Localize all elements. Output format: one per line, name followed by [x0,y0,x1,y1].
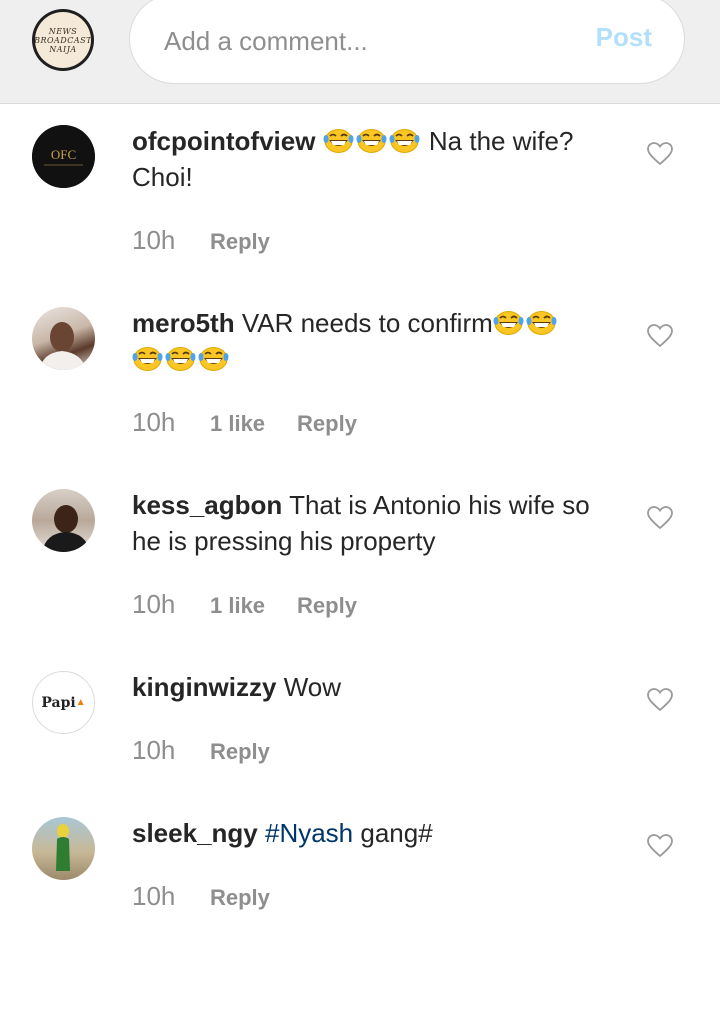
comment-username[interactable]: ofcpointofview [132,126,315,156]
reply-button[interactable]: Reply [210,885,270,910]
comment-meta: 10h 1 like Reply [132,407,357,438]
comment-meta: 10h Reply [132,881,270,912]
heart-icon[interactable] [647,834,673,858]
comment-time: 10h [132,407,176,437]
comment-composer-bar: NEWS BROADCAST NAIJA Post [0,0,720,104]
avatar[interactable] [32,307,95,370]
comment-body: ofcpointofview Na the wife? Choi! [132,123,602,195]
comment-body: sleek_ngy #Nyash gang# [132,815,602,851]
current-user-avatar[interactable]: NEWS BROADCAST NAIJA [32,9,94,71]
avatar[interactable]: Papi ▲ [32,671,95,734]
avatar[interactable]: OFC [32,125,95,188]
comment-text: Wow [283,672,342,702]
laughing-emoji-icon [132,346,163,371]
reply-button[interactable]: Reply [210,229,270,254]
avatar-logo-line: BROADCAST [34,35,92,45]
comment-body: kinginwizzy Wow [132,669,602,705]
comment-username[interactable]: sleek_ngy [132,818,258,848]
avatar[interactable] [32,489,95,552]
heart-icon[interactable] [647,324,673,348]
heart-icon[interactable] [647,506,673,530]
fire-icon: ▲ [75,697,86,708]
comment-meta: 10h Reply [132,735,270,766]
comment-meta: 10h 1 like Reply [132,589,357,620]
post-button[interactable]: Post [596,22,652,53]
comment-meta: 10h Reply [132,225,270,256]
comment-body: kess_agbon That is Antonio his wife so h… [132,487,602,559]
laughing-emoji-icon [388,128,420,153]
person-photo-icon [56,824,70,871]
svg-text:OFC: OFC [51,147,76,162]
avatar-text: Papi [41,694,76,711]
reply-button[interactable]: Reply [297,593,357,618]
avatar[interactable] [32,817,95,880]
laughing-emoji-icon [492,310,524,335]
laughing-emoji-icon [525,310,557,335]
comment-body: mero5th VAR needs to confirm [132,305,602,377]
comment-username[interactable]: kess_agbon [132,490,282,520]
comment-text: VAR needs to confirm [241,308,493,338]
comment-time: 10h [132,225,176,255]
avatar-logo-line: NAIJA [49,44,77,54]
person-photo-icon [42,505,90,552]
laughing-emoji-icon [355,128,387,153]
comment-username[interactable]: kinginwizzy [132,672,276,702]
reply-button[interactable]: Reply [297,411,357,436]
reply-button[interactable]: Reply [210,739,270,764]
comment-input-container[interactable]: Post [129,0,685,84]
avatar-logo: NEWS BROADCAST NAIJA [34,12,92,68]
comment-time: 10h [132,589,176,619]
comment-text: gang# [360,818,433,848]
laughing-emoji-icon [322,128,354,153]
heart-icon[interactable] [647,688,673,712]
comment-time: 10h [132,735,176,765]
laughing-emoji-icon [165,346,196,371]
hashtag-link[interactable]: #Nyash [265,818,353,848]
avatar-logo-line: NEWS [48,26,78,36]
comment-like-count[interactable]: 1 like [210,593,265,618]
comment-like-count[interactable]: 1 like [210,411,265,436]
person-photo-icon [40,322,86,370]
comment-time: 10h [132,881,176,911]
ofc-logo-icon: OFC [32,125,95,188]
laughing-emoji-icon [198,346,229,371]
heart-icon[interactable] [647,142,673,166]
comment-input[interactable] [164,13,584,69]
comment-username[interactable]: mero5th [132,308,235,338]
